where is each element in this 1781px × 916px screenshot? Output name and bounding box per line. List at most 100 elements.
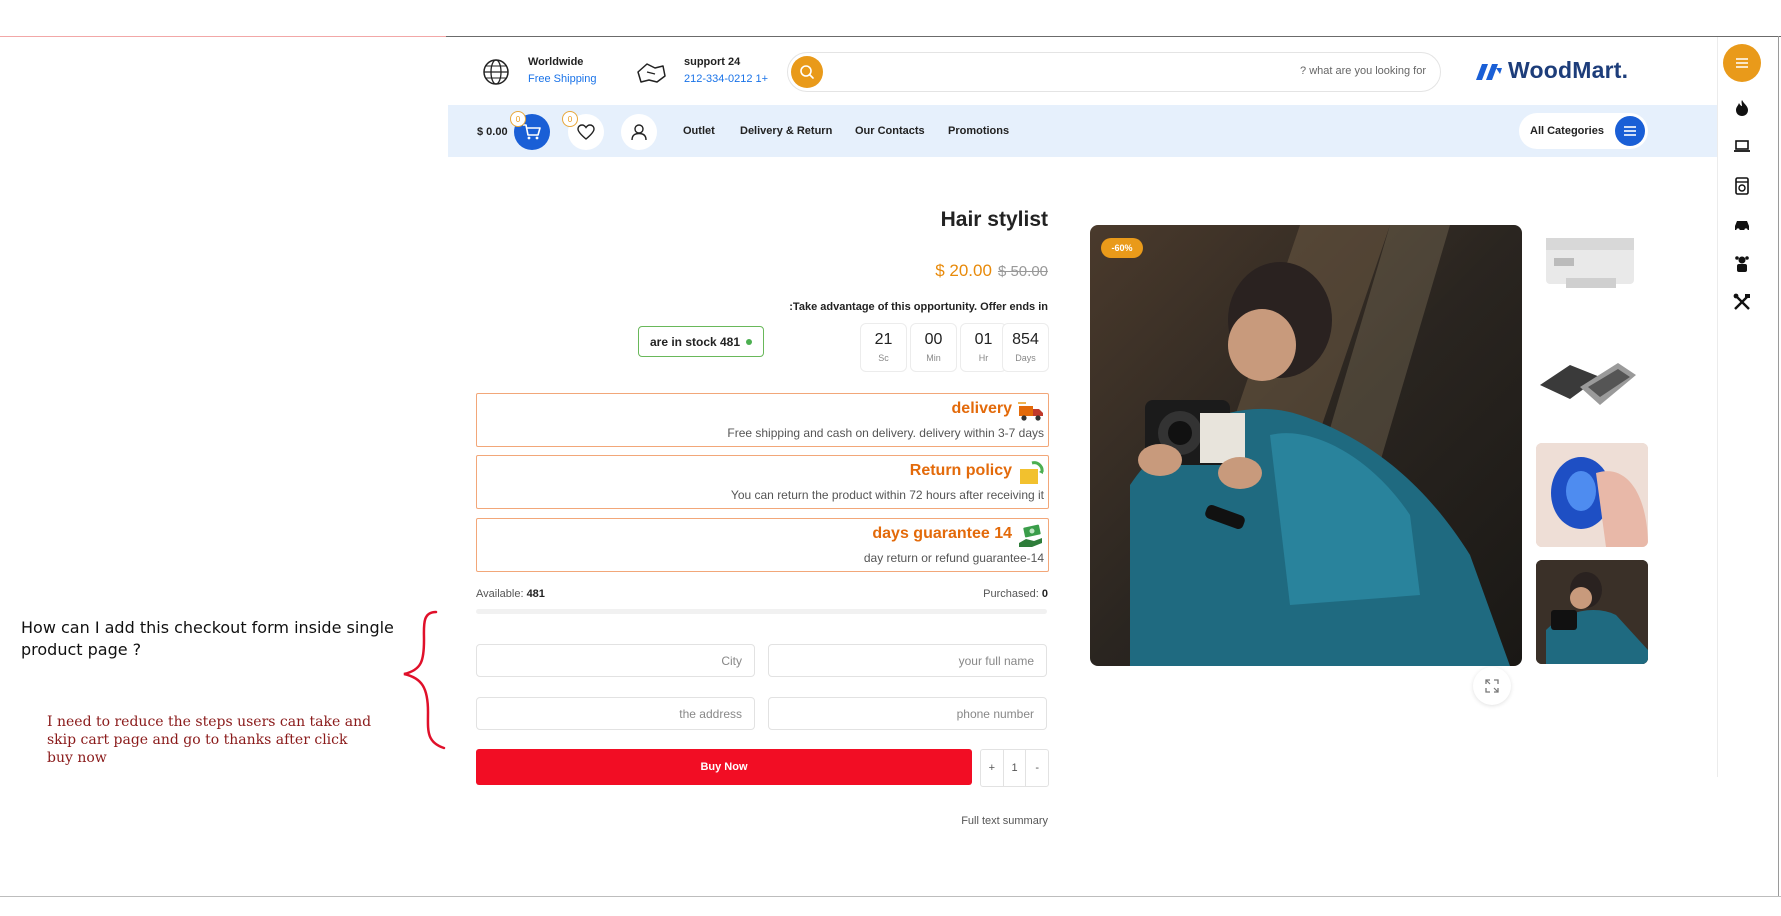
thumbnail-photographer[interactable] — [1536, 560, 1648, 664]
tools-icon[interactable] — [1731, 291, 1753, 313]
countdown-label: Hr — [978, 353, 989, 363]
countdown-seconds: 21 Sc — [860, 323, 907, 372]
user-icon — [631, 124, 647, 141]
buy-now-button[interactable]: Buy Now — [476, 749, 972, 785]
delivery-truck-icon — [1018, 398, 1044, 424]
thumbnail-card-reader[interactable] — [1536, 335, 1648, 439]
countdown-value: 21 — [874, 331, 893, 348]
info-subtitle: day return or refund guarantee-14 — [863, 551, 1044, 565]
cart-total: $ 0.00 — [477, 126, 508, 138]
car-icon[interactable] — [1731, 214, 1753, 236]
thumbnail-printer[interactable] — [1536, 218, 1648, 322]
sale-price: $ 20.00 — [935, 261, 992, 280]
full-summary-link[interactable]: Full text summary — [961, 815, 1048, 827]
screenshot-right-border — [1778, 36, 1779, 896]
countdown-label: Min — [926, 353, 941, 363]
search-icon[interactable] — [791, 56, 823, 88]
city-placeholder: City — [721, 653, 742, 668]
guarantee-box: days guarantee 14 day return or refund g… — [476, 518, 1049, 572]
logo-mark-icon — [1476, 63, 1502, 80]
sidebar-menu-button[interactable] — [1723, 44, 1761, 82]
info-title: delivery — [951, 400, 1012, 417]
screenshot-top-border — [446, 36, 1781, 37]
full-name-field[interactable]: your full name — [768, 644, 1047, 677]
main-product-image[interactable] — [1090, 225, 1522, 666]
money-hand-icon — [1018, 523, 1044, 549]
info-title: Return policy — [909, 462, 1012, 479]
available-count: Available: 481 — [476, 588, 545, 600]
search-input[interactable]: ? what are you looking for — [1300, 65, 1426, 77]
wishlist-count-badge: 0 — [562, 111, 578, 127]
question-annotation: How can I add this checkout form inside … — [21, 618, 394, 660]
support-info: support 24 212-334-0212 1+ — [684, 56, 768, 85]
nav-link-promotions[interactable]: Promotions — [948, 125, 1009, 137]
countdown-value: 01 — [974, 331, 993, 348]
cart-count-badge: 0 — [510, 111, 526, 127]
logo-text: WoodMart. — [1508, 57, 1629, 83]
expand-icon[interactable] — [1473, 667, 1511, 705]
hamburger-icon — [1615, 116, 1645, 146]
sold-progress-bar — [476, 609, 1047, 614]
note-annotation: I need to reduce the steps users can tak… — [47, 714, 372, 767]
annotation-divider — [0, 36, 446, 37]
search-bar[interactable]: ? what are you looking for — [787, 52, 1441, 92]
fire-icon[interactable] — [1731, 97, 1753, 119]
qty-value[interactable]: 1 — [1002, 750, 1027, 786]
support-hand-icon — [635, 57, 667, 89]
address-field[interactable]: the address — [476, 697, 755, 730]
account-button[interactable] — [621, 114, 657, 150]
info-title: days guarantee 14 — [872, 525, 1012, 542]
nav-link-our-contacts[interactable]: Our Contacts — [855, 125, 925, 137]
toy-icon[interactable] — [1731, 253, 1753, 275]
phone-field[interactable]: phone number — [768, 697, 1047, 730]
shipping-subtitle[interactable]: Free Shipping — [528, 73, 597, 85]
shipping-info: Worldwide Free Shipping — [528, 56, 597, 85]
old-price: $ 50.00 — [997, 263, 1048, 280]
offer-text: :Take advantage of this opportunity. Off… — [789, 301, 1048, 313]
all-categories-button[interactable]: All Categories — [1519, 113, 1648, 149]
info-subtitle: You can return the product within 72 hou… — [730, 488, 1044, 502]
quantity-stepper[interactable]: + 1 - — [980, 749, 1049, 787]
countdown-label: Sc — [878, 353, 889, 363]
countdown-value: 854 — [1012, 331, 1039, 348]
nav-link-delivery-return[interactable]: Delivery & Return — [740, 125, 832, 137]
support-title: support 24 — [684, 56, 741, 68]
woodmart-logo[interactable]: WoodMart. — [1474, 57, 1628, 84]
all-categories-label: All Categories — [1530, 125, 1604, 137]
appliance-icon[interactable] — [1731, 175, 1753, 197]
discount-badge: -60% — [1101, 238, 1143, 258]
phone-placeholder: phone number — [956, 706, 1034, 721]
heart-icon — [577, 124, 595, 140]
shipping-title: Worldwide — [528, 56, 584, 68]
city-field[interactable]: City — [476, 644, 755, 677]
cart-icon — [523, 124, 541, 140]
product-price: $ 20.00 $ 50.00 — [935, 261, 1048, 281]
delivery-info-box: delivery Free shipping and cash on deliv… — [476, 393, 1049, 447]
available-label: Available: — [476, 588, 524, 600]
purchased-value: 0 — [1041, 588, 1048, 600]
thumbnail-blue-device[interactable] — [1536, 443, 1648, 547]
countdown-label: Days — [1015, 353, 1036, 363]
product-title: Hair stylist — [940, 208, 1048, 231]
nav-link-outlet[interactable]: Outlet — [683, 125, 715, 137]
return-box-icon — [1018, 460, 1044, 486]
stock-badge: are in stock 481 — [638, 326, 764, 357]
countdown-value: 00 — [924, 331, 943, 348]
address-placeholder: the address — [679, 706, 742, 721]
countdown-days: 854 Days — [1002, 323, 1049, 372]
purchased-label: Purchased: — [983, 588, 1039, 600]
qty-minus-button[interactable]: - — [1026, 750, 1048, 786]
full-name-placeholder: your full name — [958, 653, 1034, 668]
available-value: 481 — [526, 588, 545, 600]
qty-plus-button[interactable]: + — [981, 750, 1003, 786]
sidebar-divider — [1717, 37, 1718, 777]
laptop-icon[interactable] — [1731, 135, 1753, 157]
purchased-count: Purchased: 0 — [983, 588, 1048, 600]
countdown-hours: 01 Hr — [960, 323, 1007, 372]
screenshot-bottom-border — [0, 896, 1781, 897]
support-phone[interactable]: 212-334-0212 1+ — [684, 73, 768, 85]
stock-text: are in stock 481 — [649, 334, 741, 349]
menu-icon — [1736, 58, 1748, 68]
return-policy-box: Return policy You can return the product… — [476, 455, 1049, 509]
stock-dot-icon — [746, 338, 753, 345]
